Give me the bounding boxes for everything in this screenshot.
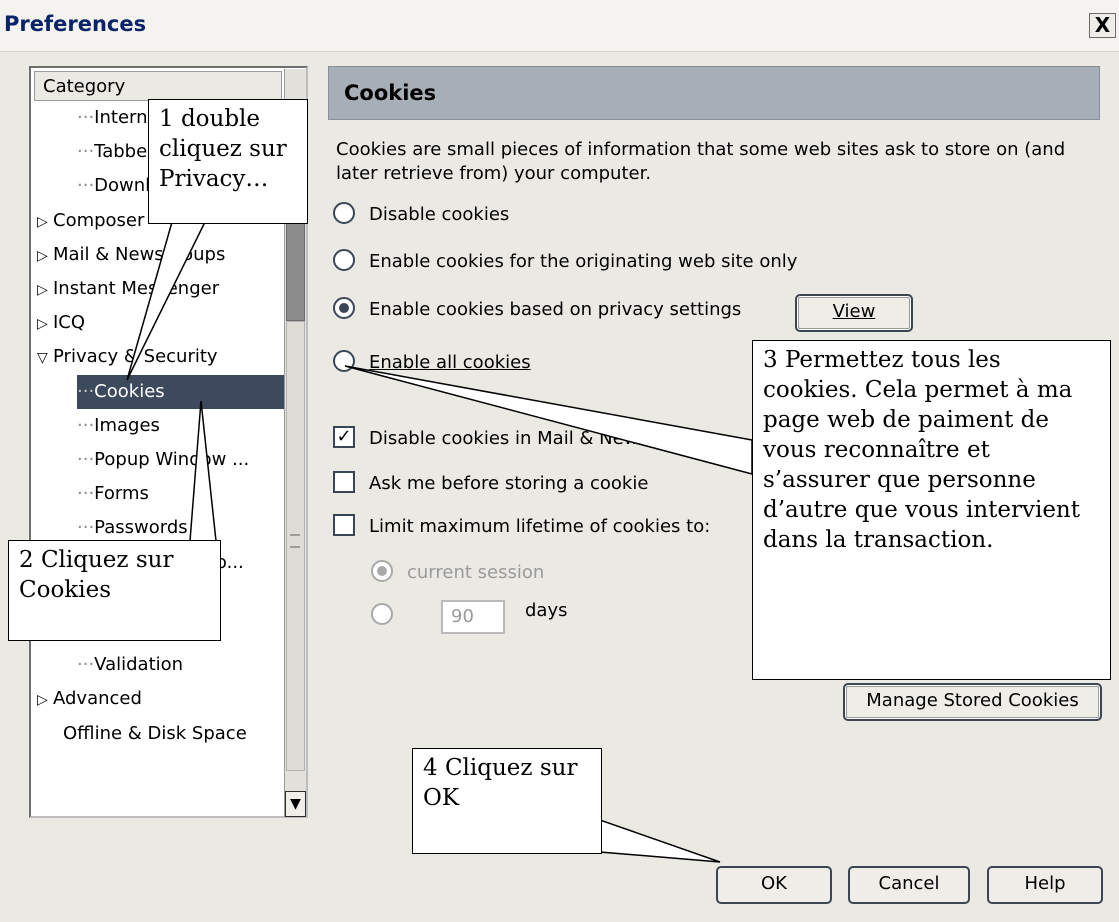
callout-3: 3 Permettez tous les cookies. Cela perme… [752, 340, 1111, 680]
callout-2: 2 Cliquez sur Cookies [8, 540, 221, 641]
callout-2-pointer [189, 400, 217, 542]
callout-1-pointer [126, 221, 207, 381]
callout-3-pointer [344, 365, 753, 475]
callout-1: 1 double cliquez sur Privacy… [148, 99, 308, 224]
callout-4: 4 Cliquez sur OK [412, 748, 602, 854]
callout-4-pointer [599, 818, 721, 863]
